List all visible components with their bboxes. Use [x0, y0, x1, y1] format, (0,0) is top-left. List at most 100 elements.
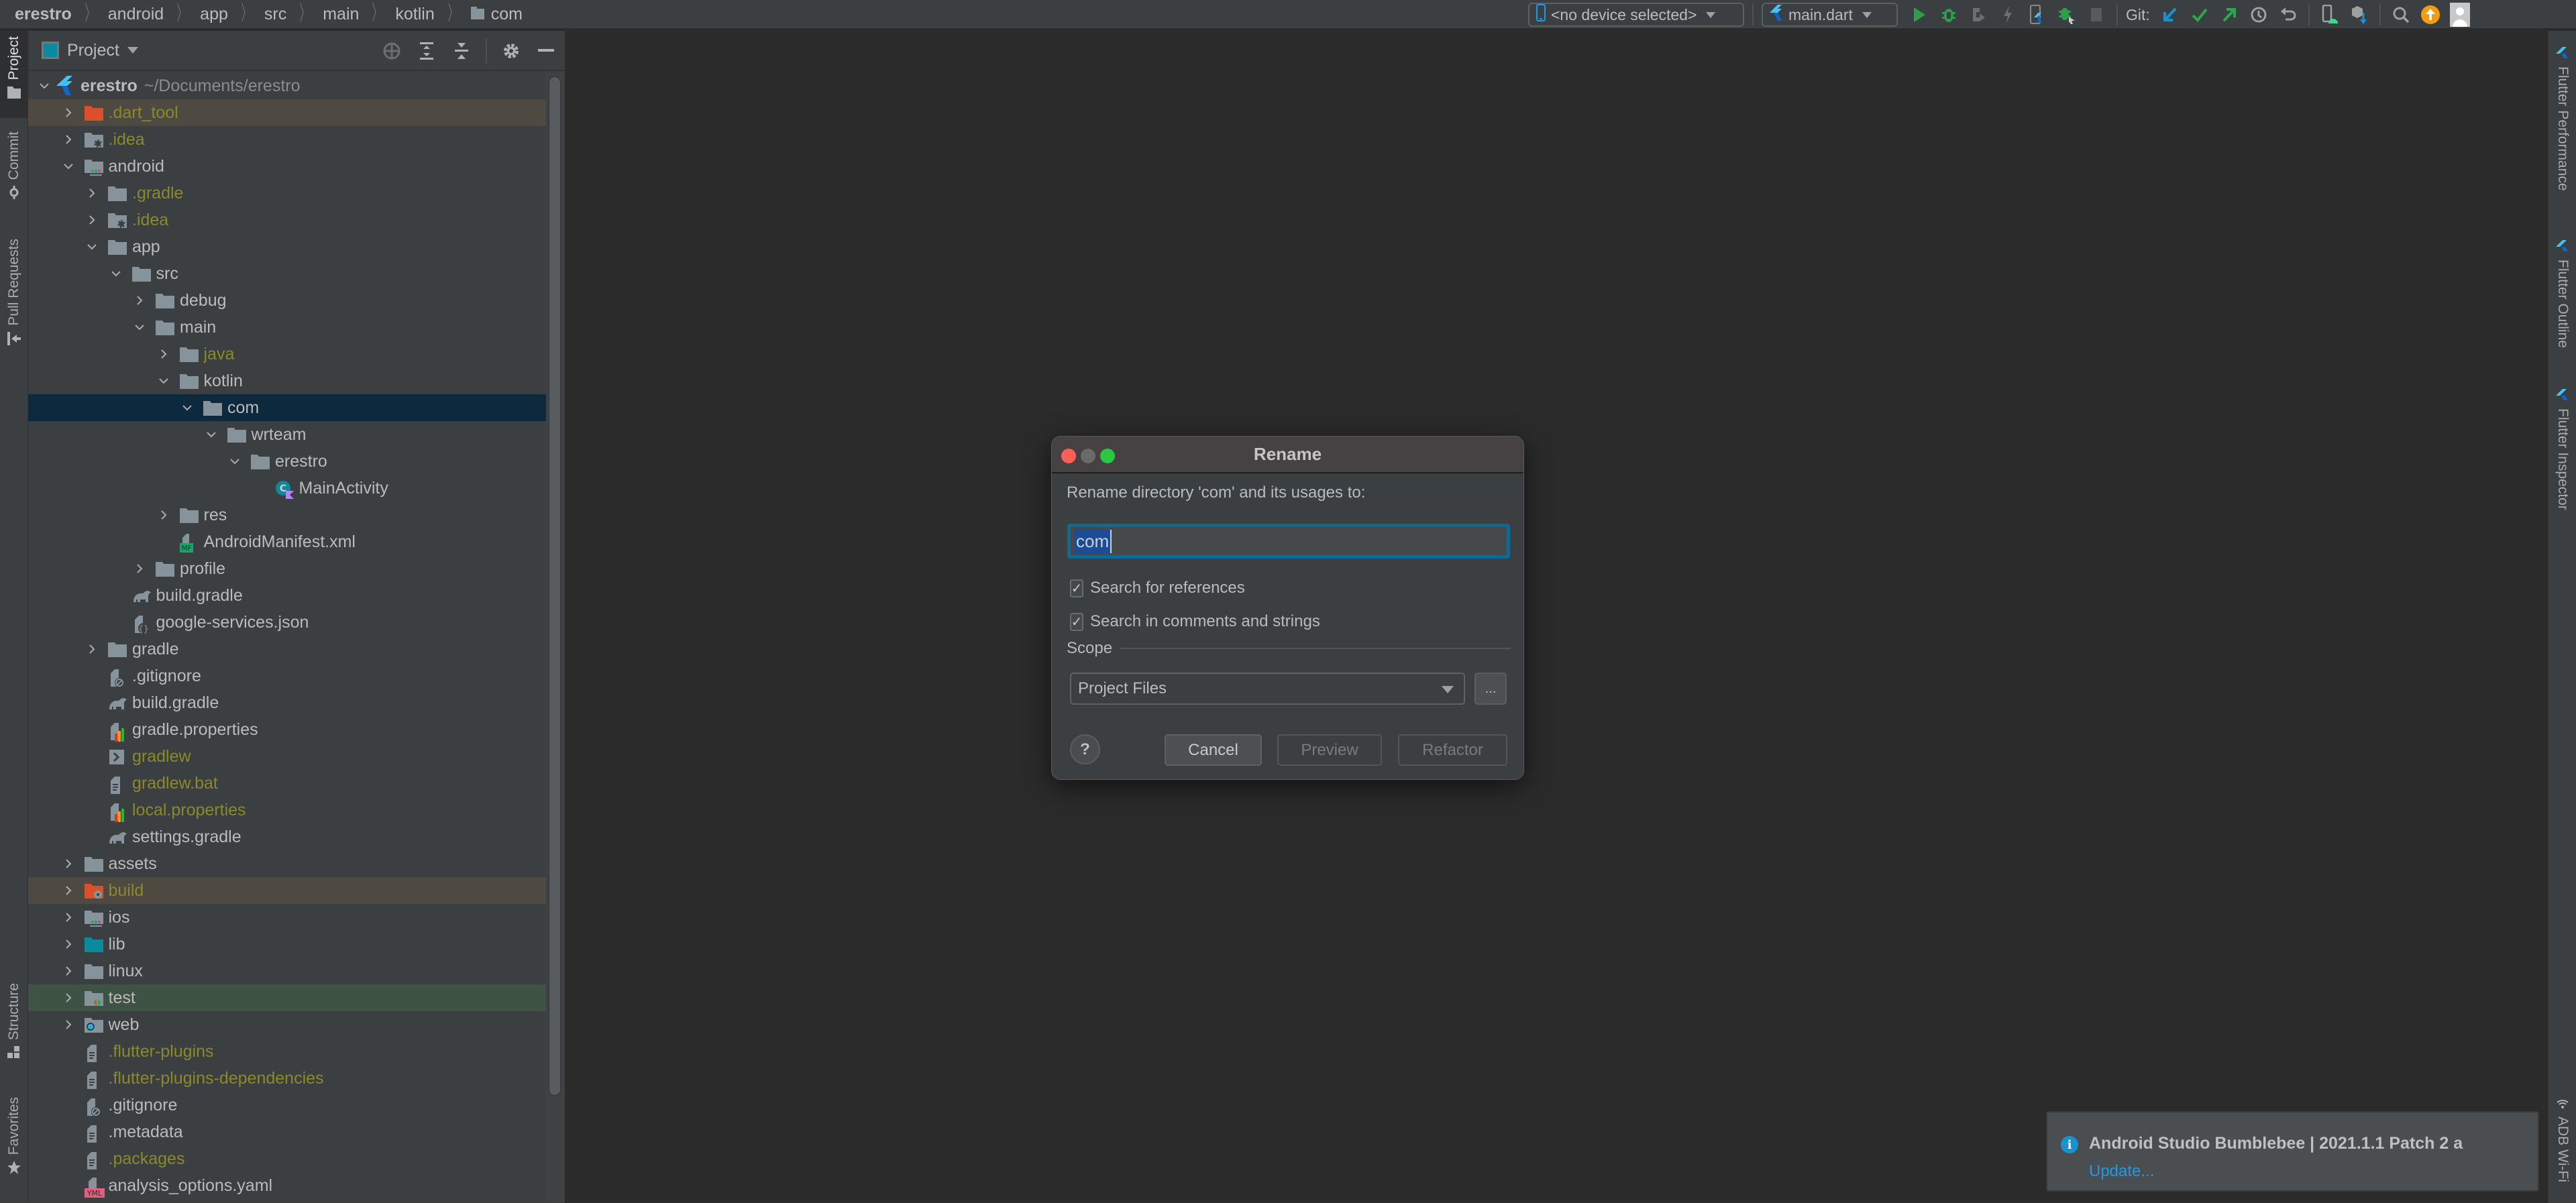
git-push-icon[interactable] [2217, 3, 2241, 27]
breadcrumb-item-kotlin[interactable]: kotlin [395, 5, 434, 24]
tool-tab-adb-wifi[interactable]: ADB Wi-Fi [2548, 1098, 2576, 1182]
scope-dropdown[interactable]: Project Files [1070, 673, 1465, 705]
tree-item-flutter-plugins-dependencies[interactable]: .flutter-plugins-dependencies [28, 1065, 546, 1092]
tree-item-settings-gradle[interactable]: settings.gradle [28, 823, 546, 850]
chevron-right-icon[interactable] [62, 1018, 75, 1031]
debug-attach-icon[interactable] [2055, 3, 2079, 27]
hide-panel-icon[interactable] [535, 40, 557, 62]
cancel-button[interactable]: Cancel [1165, 734, 1262, 766]
git-update-icon[interactable] [2158, 3, 2182, 27]
tree-item-kotlin[interactable]: kotlin [28, 367, 546, 394]
tree-item-idea[interactable]: .idea [28, 207, 546, 233]
chevron-down-icon[interactable] [109, 267, 123, 280]
tree-item-main[interactable]: main [28, 314, 546, 341]
hot-reload-icon[interactable] [1996, 3, 2020, 27]
tree-item-analysis-options-yaml[interactable]: YML analysis_options.yaml [28, 1172, 546, 1199]
chevron-right-icon[interactable] [62, 133, 75, 146]
chevron-right-icon[interactable] [85, 186, 99, 200]
tree-item-idea[interactable]: .idea [28, 126, 546, 153]
tree-item-debug[interactable]: debug [28, 287, 546, 314]
tool-tab-project[interactable]: Project [0, 31, 28, 118]
scrollbar-thumb[interactable] [549, 76, 561, 1096]
preview-button[interactable]: Preview [1277, 734, 1382, 766]
avatar-icon[interactable] [2448, 3, 2472, 27]
tree-item-gitignore[interactable]: .gitignore [28, 663, 546, 689]
chevron-down-icon[interactable] [157, 374, 170, 388]
tree-item-local-properties[interactable]: local.properties [28, 797, 546, 823]
device-selector[interactable]: <no device selected> [1528, 3, 1744, 27]
chevron-right-icon[interactable] [62, 991, 75, 1005]
breadcrumb-item-com[interactable]: com [470, 5, 523, 24]
tree-item-flutter-plugins[interactable]: .flutter-plugins [28, 1038, 546, 1065]
chevron-right-icon[interactable] [157, 347, 170, 361]
dialog-title-bar[interactable]: Rename [1052, 437, 1523, 473]
chevron-down-icon[interactable] [133, 321, 146, 334]
tree-item-mainactivity[interactable]: C MainActivity [28, 475, 546, 502]
breadcrumb-item-src[interactable]: src [264, 5, 286, 24]
flutter-device-icon[interactable] [2025, 3, 2049, 27]
tree-item-build-gradle[interactable]: build.gradle [28, 582, 546, 609]
help-button[interactable]: ? [1070, 734, 1100, 764]
chevron-down-icon[interactable] [85, 240, 99, 253]
expand-all-icon[interactable] [416, 40, 437, 62]
tool-tab-flutter-outline[interactable]: Flutter Outline [2548, 240, 2576, 348]
tree-item-com[interactable]: com [28, 394, 546, 421]
tree-item-build-gradle[interactable]: build.gradle [28, 689, 546, 716]
breadcrumb-item-main[interactable]: main [323, 5, 359, 24]
chevron-right-icon[interactable] [85, 213, 99, 227]
tool-tab-favorites[interactable]: Favorites [0, 1097, 28, 1191]
project-tree-scrollbar[interactable] [546, 72, 565, 1203]
avd-manager-icon[interactable] [2318, 3, 2342, 27]
debug-icon[interactable] [1937, 3, 1961, 27]
scope-browse-button[interactable]: ... [1474, 673, 1507, 705]
tree-item-test[interactable]: test [28, 984, 546, 1011]
refactor-button[interactable]: Refactor [1398, 734, 1507, 766]
tree-item-gradlew-bat[interactable]: gradlew.bat [28, 770, 546, 797]
tree-item-build[interactable]: build [28, 877, 546, 904]
tree-item-metadata[interactable]: .metadata [28, 1119, 546, 1145]
tool-tab-commit[interactable]: Commit [0, 131, 28, 219]
history-icon[interactable] [2247, 3, 2271, 27]
breadcrumb-item-app[interactable]: app [200, 5, 228, 24]
close-window-button[interactable] [1061, 449, 1076, 463]
chevron-down-icon[interactable] [205, 428, 218, 441]
new-name-input[interactable]: com [1067, 524, 1510, 559]
chevron-right-icon[interactable] [62, 911, 75, 924]
tree-item-erestro[interactable]: erestro ~/Documents/erestro [28, 72, 546, 99]
tree-item-gradle[interactable]: gradle [28, 636, 546, 663]
tree-item-lib[interactable]: lib [28, 931, 546, 958]
collapse-all-icon[interactable] [451, 40, 472, 62]
tree-item-web[interactable]: web [28, 1011, 546, 1038]
tree-item-packages[interactable]: .packages [28, 1145, 546, 1172]
tool-tab-structure[interactable]: Structure [0, 983, 28, 1070]
chevron-right-icon[interactable] [157, 508, 170, 522]
chevron-right-icon[interactable] [62, 964, 75, 978]
rollback-icon[interactable] [2276, 3, 2300, 27]
chevron-right-icon[interactable] [62, 937, 75, 951]
project-view-selector[interactable]: Project [28, 41, 138, 60]
chevron-down-icon[interactable] [38, 79, 51, 93]
run-config-selector[interactable]: main.dart [1762, 3, 1898, 27]
tree-item-dart-tool[interactable]: .dart_tool [28, 99, 546, 126]
attach-debugger-icon[interactable] [1966, 3, 1990, 27]
search-references-checkbox[interactable]: ✓ Search for references [1070, 579, 1245, 597]
chevron-right-icon[interactable] [62, 857, 75, 870]
tree-item-profile[interactable]: profile [28, 555, 546, 582]
chevron-right-icon[interactable] [85, 642, 99, 656]
breadcrumb-item-project[interactable]: erestro [15, 5, 72, 24]
tree-item-gradlew[interactable]: gradlew [28, 743, 546, 770]
chevron-right-icon[interactable] [133, 294, 146, 307]
sdk-manager-icon[interactable] [2347, 3, 2371, 27]
minimize-window-button[interactable] [1081, 449, 1095, 463]
chevron-right-icon[interactable] [62, 106, 75, 119]
git-commit-icon[interactable] [2188, 3, 2212, 27]
tree-item-linux[interactable]: linux [28, 958, 546, 984]
tree-item-gradle-properties[interactable]: gradle.properties [28, 716, 546, 743]
chevron-right-icon[interactable] [62, 884, 75, 897]
search-comments-strings-checkbox[interactable]: ✓ Search in comments and strings [1070, 612, 1320, 631]
tree-item-src[interactable]: src [28, 260, 546, 287]
tree-item-gitignore[interactable]: .gitignore [28, 1092, 546, 1119]
chevron-down-icon[interactable] [62, 160, 75, 173]
tool-tab-flutter-inspector[interactable]: Flutter Inspector [2548, 389, 2576, 510]
tree-item-assets[interactable]: assets [28, 850, 546, 877]
